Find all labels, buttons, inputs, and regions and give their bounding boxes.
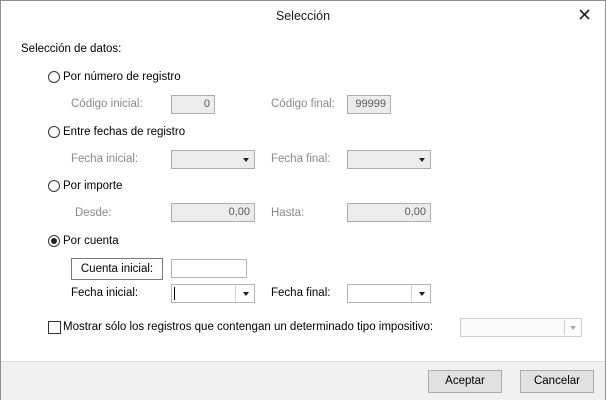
fechas-final-label: Fecha final: (271, 153, 331, 165)
hasta-input[interactable]: 0,00 (347, 203, 431, 222)
cuenta-fecha-final-label: Fecha final: (271, 287, 331, 299)
radio-importe-label[interactable]: Por importe (63, 180, 122, 192)
radio-cuenta[interactable] (48, 235, 60, 247)
codigo-final-label: Código final: (271, 98, 335, 110)
radio-registro[interactable] (48, 71, 60, 83)
close-icon[interactable] (575, 5, 595, 25)
tipo-impositivo-label[interactable]: Mostrar sólo los registros que contengan… (63, 321, 433, 333)
fechas-final-dropdown[interactable] (347, 150, 431, 169)
dialog-title: Selección (275, 9, 331, 23)
codigo-final-input[interactable]: 99999 (347, 95, 391, 114)
chevron-down-icon (243, 158, 249, 162)
codigo-inicial-label: Código inicial: (71, 98, 143, 110)
tipo-impositivo-checkbox[interactable] (48, 321, 61, 334)
fechas-inicial-dropdown[interactable] (171, 150, 255, 169)
radio-fechas[interactable] (48, 126, 60, 138)
chevron-down-icon (419, 158, 425, 162)
cuenta-fecha-inicial-label: Fecha inicial: (71, 287, 139, 299)
dropdown-separator (235, 286, 236, 301)
accept-button[interactable]: Aceptar (428, 370, 502, 393)
chevron-down-icon (243, 292, 249, 296)
hasta-label: Hasta: (271, 207, 305, 219)
dropdown-separator (564, 320, 565, 335)
cuenta-fecha-inicial-dropdown[interactable] (171, 284, 255, 303)
radio-importe[interactable] (48, 180, 60, 192)
cuenta-inicial-button[interactable]: Cuenta inicial: (71, 258, 163, 280)
text-caret (174, 287, 175, 300)
title-bar: Selección (1, 1, 605, 33)
chevron-down-icon (570, 326, 576, 330)
desde-input[interactable]: 0,00 (171, 203, 255, 222)
radio-cuenta-label[interactable]: Por cuenta (63, 235, 119, 247)
codigo-inicial-input[interactable]: 0 (171, 95, 215, 114)
section-title: Selección de datos: (21, 43, 122, 55)
fechas-inicial-label: Fecha inicial: (71, 153, 139, 165)
radio-registro-label[interactable]: Por número de registro (63, 71, 181, 83)
radio-fechas-label[interactable]: Entre fechas de registro (63, 126, 185, 138)
dialog-footer: Aceptar Cancelar (1, 361, 605, 400)
dropdown-separator (411, 286, 412, 301)
cuenta-inicial-input[interactable] (171, 259, 247, 278)
chevron-down-icon (419, 292, 425, 296)
cuenta-fecha-final-dropdown[interactable] (347, 284, 431, 303)
tipo-impositivo-dropdown[interactable] (460, 318, 582, 337)
cancel-button[interactable]: Cancelar (520, 370, 594, 393)
desde-label: Desde: (75, 207, 112, 219)
selection-dialog: Selección Selección de datos: Por número… (0, 0, 606, 400)
